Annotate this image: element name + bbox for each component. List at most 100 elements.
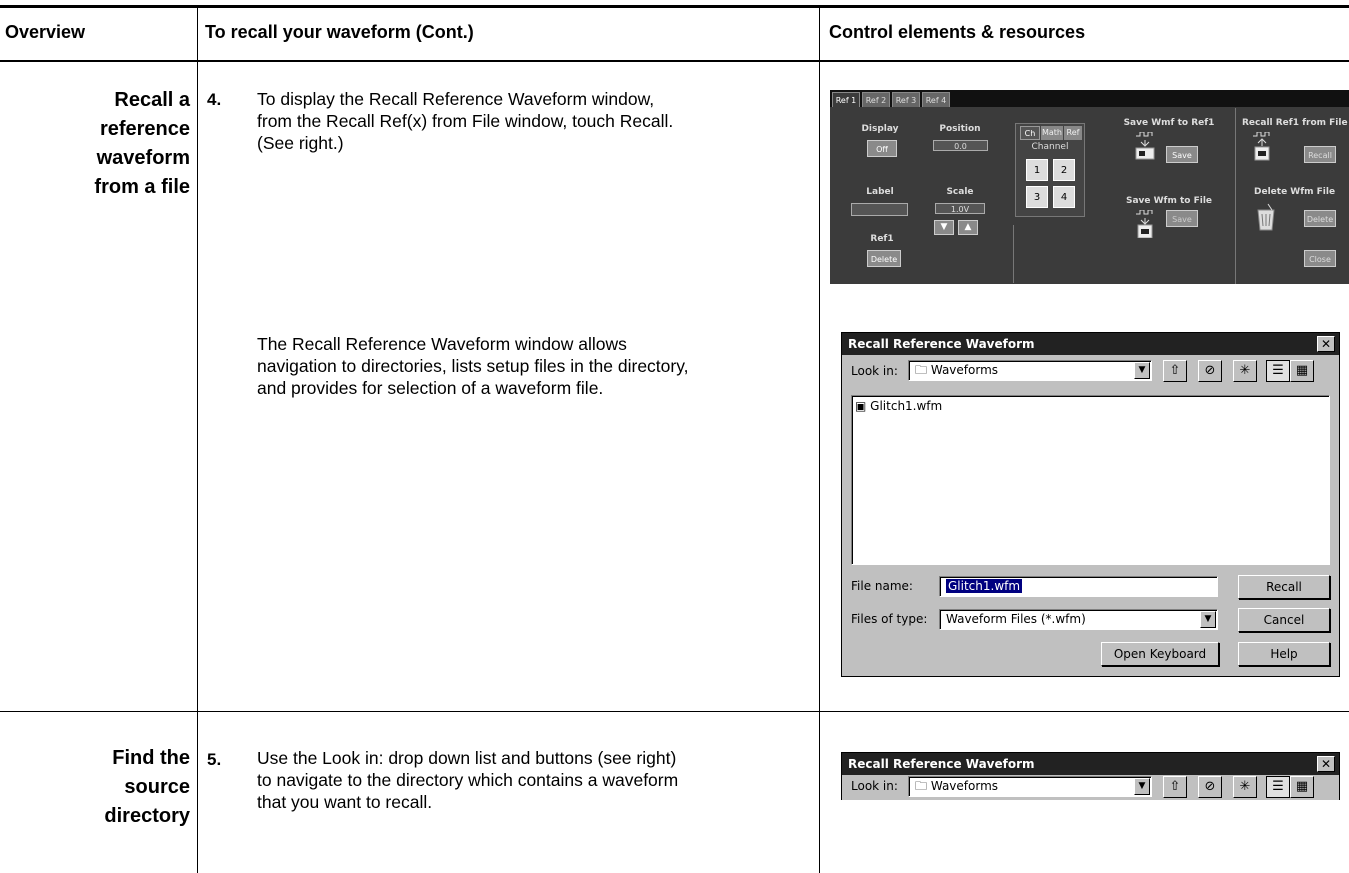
section-title-recall: Recall a reference waveform from a file	[0, 86, 190, 202]
cancel-button[interactable]: Cancel	[1238, 608, 1330, 632]
channel-label: Channel	[1031, 142, 1069, 152]
recall-button[interactable]: Recall	[1238, 575, 1330, 599]
tab-ref4[interactable]: Ref 4	[922, 92, 950, 107]
folder-icon: 🗀	[915, 363, 928, 377]
step-text-line: to navigate to the directory which conta…	[257, 770, 679, 790]
panel-separator	[1235, 108, 1236, 284]
new-folder-icon[interactable]: ✳	[1233, 776, 1257, 798]
dialog-description: The Recall Reference Waveform window all…	[257, 333, 817, 399]
new-folder-icon[interactable]: ✳	[1233, 360, 1257, 382]
scale-field[interactable]: 1.0V	[935, 203, 985, 214]
save-wfm-to-ref-label: Save Wmf to Ref1	[1123, 118, 1215, 128]
up-folder-icon[interactable]: ⇧	[1163, 360, 1187, 382]
section-rule	[0, 711, 1349, 712]
chevron-down-icon[interactable]: ▼	[1134, 778, 1150, 795]
source-tab-math[interactable]: Math	[1041, 126, 1063, 140]
position-field[interactable]: 0.0	[933, 140, 988, 151]
position-label: Position	[939, 124, 981, 134]
file-list[interactable]: ▣ Glitch1.wfm	[851, 395, 1330, 565]
look-in-value: Waveforms	[930, 779, 999, 793]
tab-ref2[interactable]: Ref 2	[862, 92, 890, 107]
step-5-text: Use the Look in: drop down list and butt…	[257, 747, 817, 813]
description-line: navigation to directories, lists setup f…	[257, 356, 689, 376]
recall-file-icon	[1251, 131, 1273, 161]
description-line: The Recall Reference Waveform window all…	[257, 334, 627, 354]
close-panel-button[interactable]: Close	[1304, 250, 1336, 267]
file-name: Glitch1.wfm	[870, 399, 943, 413]
close-icon[interactable]: ✕	[1317, 336, 1335, 352]
scale-down-button[interactable]: ▼	[934, 220, 954, 235]
ref1-delete-button[interactable]: Delete	[867, 250, 901, 267]
trash-icon	[1254, 202, 1276, 231]
look-in-label: Look in:	[851, 364, 898, 378]
save-wfm-to-file-label: Save Wfm to File	[1125, 196, 1213, 206]
step-text-line: (See right.)	[257, 133, 344, 153]
file-name-field[interactable]: Glitch1.wfm	[939, 576, 1218, 597]
save-to-ref-button[interactable]: Save	[1166, 146, 1198, 163]
channel-1-button[interactable]: 1	[1026, 159, 1048, 181]
list-view-icon[interactable]: ☰	[1266, 776, 1290, 798]
ref-control-panel: Ref 1 Ref 2 Ref 3 Ref 4 Display Off Posi…	[830, 90, 1349, 284]
source-tab-ref[interactable]: Ref	[1064, 126, 1082, 140]
recall-waveform-dialog: Recall Reference Waveform ✕ Look in: 🗀 W…	[841, 332, 1340, 677]
waveform-to-file-icon	[1134, 209, 1156, 239]
recall-from-file-label: Recall Ref1 from File	[1242, 118, 1348, 128]
help-button[interactable]: Help	[1238, 642, 1330, 666]
up-folder-icon[interactable]: ⇧	[1163, 776, 1187, 798]
dialog-title: Recall Reference Waveform	[842, 333, 1339, 355]
recall-button[interactable]: Recall	[1304, 146, 1336, 163]
details-view-icon[interactable]: ▦	[1290, 360, 1314, 382]
waveform-to-ref-icon	[1134, 131, 1156, 160]
step-4-text: To display the Recall Reference Waveform…	[257, 88, 817, 154]
ref1-label: Ref1	[870, 234, 894, 244]
section-title-line: waveform	[96, 147, 190, 169]
file-name-value: Glitch1.wfm	[946, 579, 1023, 593]
channel-4-button[interactable]: 4	[1053, 186, 1075, 208]
desktop-icon[interactable]: ⊘	[1198, 776, 1222, 798]
step-text-line: Use the Look in: drop down list and butt…	[257, 748, 677, 768]
list-item[interactable]: ▣ Glitch1.wfm	[855, 399, 942, 413]
col-divider-1	[197, 8, 198, 873]
description-line: and provides for selection of a waveform…	[257, 378, 604, 398]
step-number-4: 4.	[207, 90, 222, 109]
recall-waveform-dialog-cropped: Recall Reference Waveform ✕ Look in: 🗀 W…	[841, 752, 1340, 800]
step-text-line: from the Recall Ref(x) from File window,…	[257, 111, 674, 131]
open-keyboard-button[interactable]: Open Keyboard	[1101, 642, 1219, 666]
header-controls: Control elements & resources	[829, 22, 1086, 42]
scale-up-button[interactable]: ▲	[958, 220, 978, 235]
section-title-line: reference	[99, 118, 190, 140]
scale-label: Scale	[946, 187, 974, 197]
channel-3-button[interactable]: 3	[1026, 186, 1048, 208]
tab-ref1[interactable]: Ref 1	[832, 92, 860, 107]
delete-wfm-file-label: Delete Wfm File	[1254, 187, 1336, 197]
source-channel-box: Ch Math Ref Channel 1 2 3 4	[1015, 123, 1085, 217]
look-in-label: Look in:	[851, 779, 898, 793]
details-view-icon[interactable]: ▦	[1290, 776, 1314, 798]
section-title-line: from a file	[94, 176, 190, 198]
tab-ref3[interactable]: Ref 3	[892, 92, 920, 107]
section-title-find: Find the source directory	[0, 744, 190, 831]
label-label: Label	[866, 187, 894, 197]
source-tab-ch[interactable]: Ch	[1020, 126, 1040, 140]
channel-2-button[interactable]: 2	[1053, 159, 1075, 181]
chevron-down-icon[interactable]: ▼	[1134, 362, 1150, 379]
section-title-line: Recall a	[114, 89, 190, 111]
files-of-type-dropdown[interactable]: Waveform Files (*.wfm) ▼	[939, 609, 1218, 630]
header-procedure: To recall your waveform (Cont.)	[205, 22, 474, 42]
close-icon[interactable]: ✕	[1317, 756, 1335, 772]
desktop-icon[interactable]: ⊘	[1198, 360, 1222, 382]
look-in-dropdown[interactable]: 🗀 Waveforms ▼	[908, 776, 1152, 797]
display-off-button[interactable]: Off	[867, 140, 897, 157]
display-label: Display	[861, 124, 899, 134]
chevron-down-icon[interactable]: ▼	[1200, 611, 1216, 628]
look-in-dropdown[interactable]: 🗀 Waveforms ▼	[908, 360, 1152, 381]
label-field[interactable]	[851, 203, 908, 216]
step-number-5: 5.	[207, 750, 222, 769]
col-divider-2	[819, 8, 820, 873]
header-rule	[0, 60, 1349, 62]
dialog-title: Recall Reference Waveform	[842, 753, 1339, 775]
save-to-file-button[interactable]: Save	[1166, 210, 1198, 227]
list-view-icon[interactable]: ☰	[1266, 360, 1290, 382]
step-text-line: To display the Recall Reference Waveform…	[257, 89, 655, 109]
delete-file-button[interactable]: Delete	[1304, 210, 1336, 227]
